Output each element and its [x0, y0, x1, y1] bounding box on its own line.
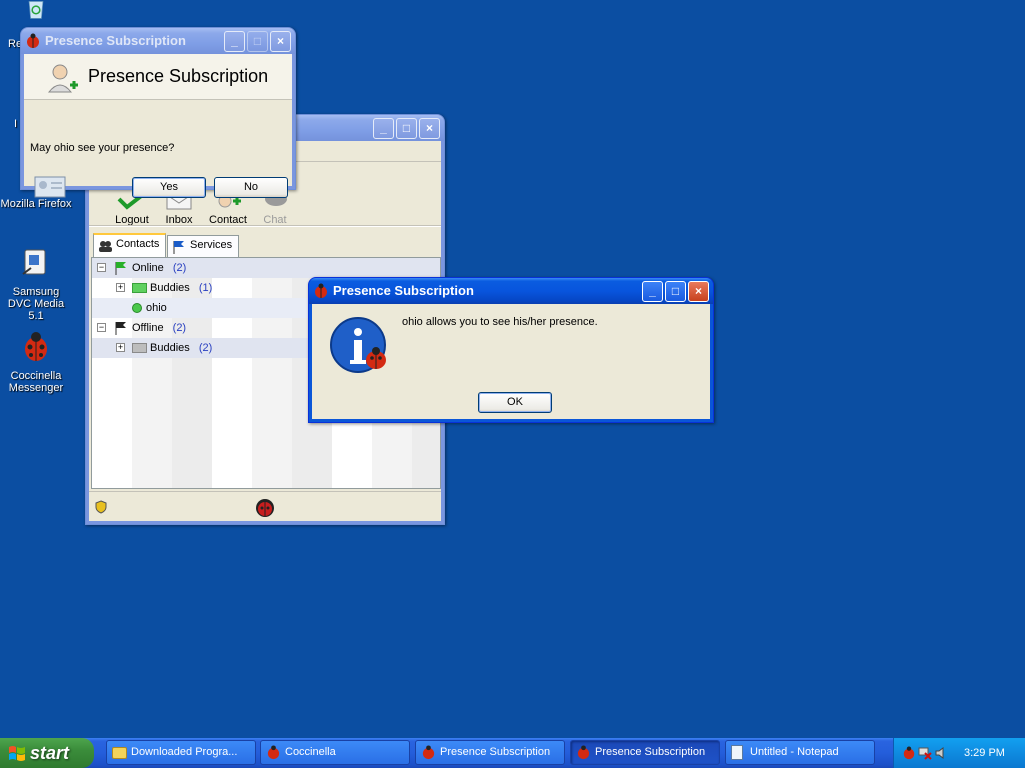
info-icon [330, 317, 386, 373]
tab-label: Services [190, 239, 233, 251]
folder-icon [132, 283, 147, 293]
vcard-icon[interactable] [34, 176, 66, 198]
taskbar-item-downloaded-programs[interactable]: Downloaded Progra... [106, 740, 256, 765]
presence-info-dialog: Presence Subscription _ □ × ohio allows … [308, 277, 714, 423]
network-disconnected-icon[interactable] [918, 746, 932, 760]
desktop-icon-coccinella[interactable]: Coccinella Messenger [0, 330, 72, 394]
group-count: (2) [172, 262, 187, 274]
taskbar-item-label: Presence Subscription [595, 746, 706, 758]
samsung-dvc-icon [22, 249, 46, 275]
group-label: Buddies [150, 282, 190, 294]
tab-contacts[interactable]: Contacts [93, 233, 167, 257]
yes-button[interactable]: Yes [132, 177, 206, 198]
ladybug-icon [267, 745, 280, 760]
expand-icon[interactable]: + [116, 283, 125, 292]
desktop-icon-label: Mozilla Firefox [0, 198, 72, 210]
minimize-button[interactable]: _ [373, 118, 394, 139]
tree-group-online[interactable]: − Online (2) [92, 258, 440, 278]
group-label: Online [132, 262, 164, 274]
taskbar-item-label: Untitled - Notepad [750, 746, 839, 758]
ladybug-icon [25, 332, 47, 361]
group-count: (1) [198, 282, 213, 294]
folder-icon [132, 343, 147, 353]
taskbar-item-label: Coccinella [285, 746, 336, 758]
system-tray: 3:29 PM [893, 738, 1025, 768]
desktop-icon-label: Coccinella Messenger [8, 370, 64, 394]
dialog-heading: Presence Subscription [88, 66, 269, 86]
no-button[interactable]: No [214, 177, 288, 198]
taskbar: start Downloaded Progra... Coccinella Pr… [0, 738, 1025, 768]
online-status-icon [132, 303, 142, 313]
windows-logo-icon [9, 746, 25, 761]
folder-icon [112, 747, 127, 759]
taskbar-item-label: Presence Subscription [440, 746, 551, 758]
ladybug-icon [27, 33, 39, 48]
maximize-button[interactable]: □ [665, 281, 686, 302]
maximize-button: □ [247, 31, 268, 52]
desktop: Re I Mozilla Firefox Samsung DVC Media 5… [0, 0, 1025, 738]
expand-icon[interactable]: + [116, 343, 125, 352]
ok-button[interactable]: OK [478, 392, 552, 413]
close-button[interactable]: × [419, 118, 440, 139]
maximize-button[interactable]: □ [396, 118, 417, 139]
group-count: (2) [198, 342, 213, 354]
taskbar-item-label: Downloaded Progra... [131, 746, 238, 758]
notepad-icon [731, 745, 743, 760]
taskbar-item-presence-subscription-2[interactable]: Presence Subscription [570, 740, 720, 765]
dialog-titlebar[interactable]: Presence Subscription _ □ × [309, 278, 713, 304]
dialog-client: ohio allows you to see his/her presence.… [312, 304, 710, 419]
ladybug-icon [577, 745, 590, 760]
green-flag-icon [115, 262, 126, 275]
start-label: start [30, 743, 70, 763]
dialog-title: Presence Subscription [333, 283, 474, 298]
taskbar-item-notepad[interactable]: Untitled - Notepad [725, 740, 875, 765]
dialog-title: Presence Subscription [45, 33, 186, 48]
desktop-icon-label: Samsung DVC Media 5.1 [7, 286, 65, 322]
recycle-bin-icon [28, 1, 44, 19]
taskbar-item-presence-subscription-1[interactable]: Presence Subscription [415, 740, 565, 765]
collapse-icon[interactable]: − [97, 263, 106, 272]
collapse-icon[interactable]: − [97, 323, 106, 332]
desktop-icon-samsung-dvc[interactable]: Samsung DVC Media 5.1 [0, 246, 72, 322]
ladybug-status-icon[interactable] [255, 498, 275, 518]
dialog-header: Presence Subscription [24, 54, 292, 100]
volume-icon[interactable] [934, 746, 948, 760]
taskbar-item-coccinella[interactable]: Coccinella [260, 740, 410, 765]
ladybug-icon [315, 283, 327, 298]
users-icon [99, 241, 112, 252]
subscription-request-dialog: Presence Subscription _ □ × Presence Sub… [20, 27, 296, 198]
tab-services[interactable]: Services [167, 235, 240, 257]
status-bar [89, 491, 441, 523]
info-message: ohio allows you to see his/her presence. [402, 316, 598, 328]
desktop-icon-mozilla-firefox[interactable]: Mozilla Firefox [0, 198, 72, 210]
flag-icon [173, 241, 184, 254]
group-count: (2) [172, 322, 187, 334]
tab-label: Contacts [116, 238, 160, 250]
minimize-button[interactable]: _ [224, 31, 245, 52]
ladybug-tray-icon[interactable] [902, 746, 916, 760]
minimize-button[interactable]: _ [642, 281, 663, 302]
request-question: May ohio see your presence? [30, 142, 175, 154]
group-label: Offline [132, 322, 164, 334]
ladybug-icon [422, 745, 435, 760]
dialog-titlebar[interactable]: Presence Subscription _ □ × [21, 28, 295, 54]
clock[interactable]: 3:29 PM [964, 738, 1005, 768]
close-button[interactable]: × [688, 281, 709, 302]
start-button[interactable]: start [0, 738, 94, 768]
black-flag-icon [115, 322, 126, 335]
dialog-client: Presence Subscription May ohio see your … [24, 54, 292, 198]
group-label: Buddies [150, 342, 190, 354]
add-user-icon [47, 64, 78, 93]
shield-icon[interactable] [95, 500, 107, 514]
contact-name: ohio [146, 302, 167, 314]
close-button[interactable]: × [270, 31, 291, 52]
